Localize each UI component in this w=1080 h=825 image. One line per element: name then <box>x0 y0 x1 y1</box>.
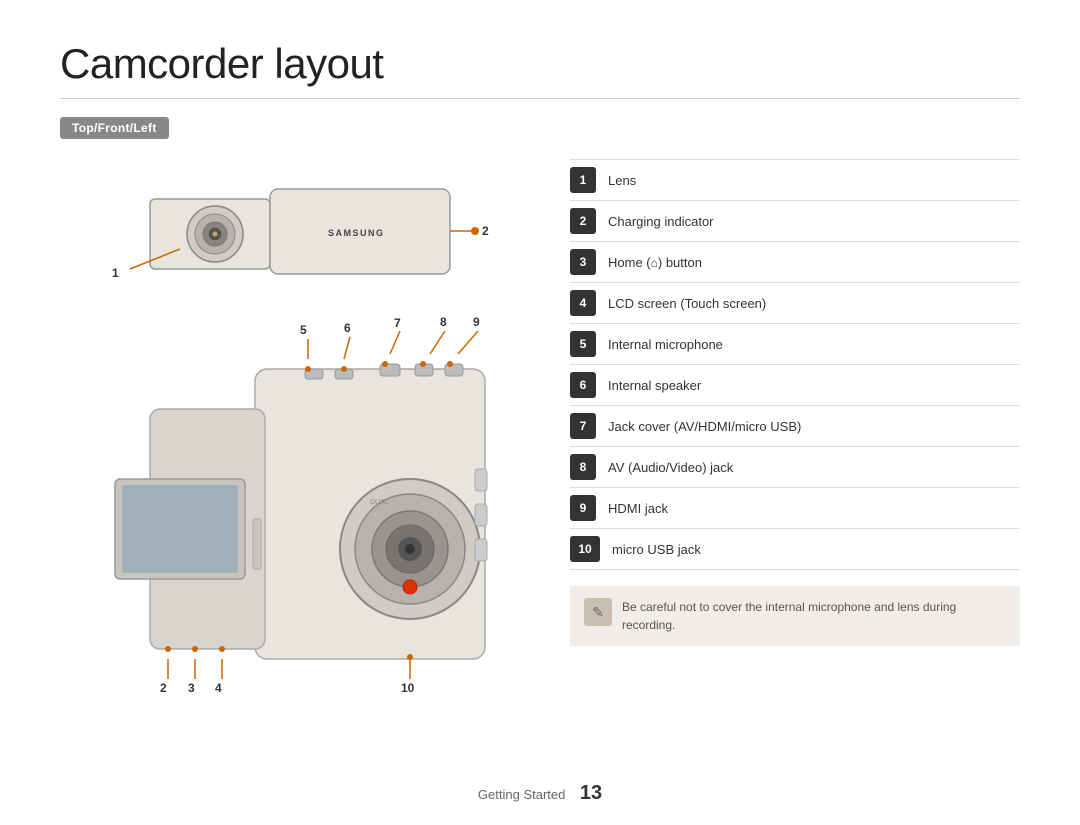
label-text: LCD screen (Touch screen) <box>608 296 766 311</box>
label-row: 7 Jack cover (AV/HDMI/micro USB) <box>570 406 1020 447</box>
num-badge: 3 <box>570 249 596 275</box>
num-badge: 1 <box>570 167 596 193</box>
svg-text:1: 1 <box>112 266 119 280</box>
svg-text:3: 3 <box>188 681 195 695</box>
labels-area: 1 Lens 2 Charging indicator 3 Home (⌂) button… <box>570 159 1020 739</box>
footer-page: 13 <box>580 782 602 804</box>
svg-text:8: 8 <box>440 315 447 329</box>
note-box: ✎ Be careful not to cover the internal m… <box>570 586 1020 646</box>
num-badge: 7 <box>570 413 596 439</box>
label-text: HDMI jack <box>608 501 668 516</box>
camcorder-diagram: SAMSUNG 1 2 <box>60 159 540 739</box>
label-row: 3 Home (⌂) button <box>570 242 1020 283</box>
footer: Getting Started 13 <box>0 782 1080 805</box>
note-icon: ✎ <box>584 598 612 626</box>
label-row: 1 Lens <box>570 159 1020 201</box>
page-container: Camcorder layout Top/Front/Left SAMSUNG <box>0 0 1080 825</box>
svg-text:4: 4 <box>215 681 222 695</box>
num-badge: 9 <box>570 495 596 521</box>
label-text: micro USB jack <box>612 542 701 557</box>
num-badge: 6 <box>570 372 596 398</box>
label-text: Jack cover (AV/HDMI/micro USB) <box>608 419 801 434</box>
note-text: Be careful not to cover the internal mic… <box>622 598 1006 634</box>
label-row: 5 Internal microphone <box>570 324 1020 365</box>
label-row: 8 AV (Audio/Video) jack <box>570 447 1020 488</box>
section-badge: Top/Front/Left <box>60 117 169 139</box>
num-badge: 10 <box>570 536 600 562</box>
num-badge: 2 <box>570 208 596 234</box>
num-badge: 5 <box>570 331 596 357</box>
label-text: Lens <box>608 173 636 188</box>
label-text: Home (⌂) button <box>608 255 702 270</box>
label-text: Internal microphone <box>608 337 723 352</box>
label-text: AV (Audio/Video) jack <box>608 460 733 475</box>
label-row: 10 micro USB jack <box>570 529 1020 570</box>
num-badge: 4 <box>570 290 596 316</box>
label-row: 4 LCD screen (Touch screen) <box>570 283 1020 324</box>
footer-text: Getting Started <box>478 787 565 802</box>
svg-text:2: 2 <box>160 681 167 695</box>
label-row: 6 Internal speaker <box>570 365 1020 406</box>
svg-text:7: 7 <box>394 316 401 330</box>
svg-text:DUAL: DUAL <box>370 499 389 506</box>
num-badge: 8 <box>570 454 596 480</box>
page-title: Camcorder layout <box>60 40 1020 88</box>
svg-text:9: 9 <box>473 315 480 329</box>
svg-text:5: 5 <box>300 323 307 337</box>
diagram-area: SAMSUNG 1 2 <box>60 159 540 739</box>
label-text: Charging indicator <box>608 214 714 229</box>
svg-text:6: 6 <box>344 321 351 335</box>
svg-text:SAMSUNG: SAMSUNG <box>328 228 385 238</box>
label-text: Internal speaker <box>608 378 701 393</box>
label-row: 2 Charging indicator <box>570 201 1020 242</box>
svg-text:10: 10 <box>401 681 415 695</box>
content-area: SAMSUNG 1 2 <box>60 159 1020 739</box>
svg-text:2: 2 <box>482 224 489 238</box>
label-row: 9 HDMI jack <box>570 488 1020 529</box>
title-divider <box>60 98 1020 99</box>
